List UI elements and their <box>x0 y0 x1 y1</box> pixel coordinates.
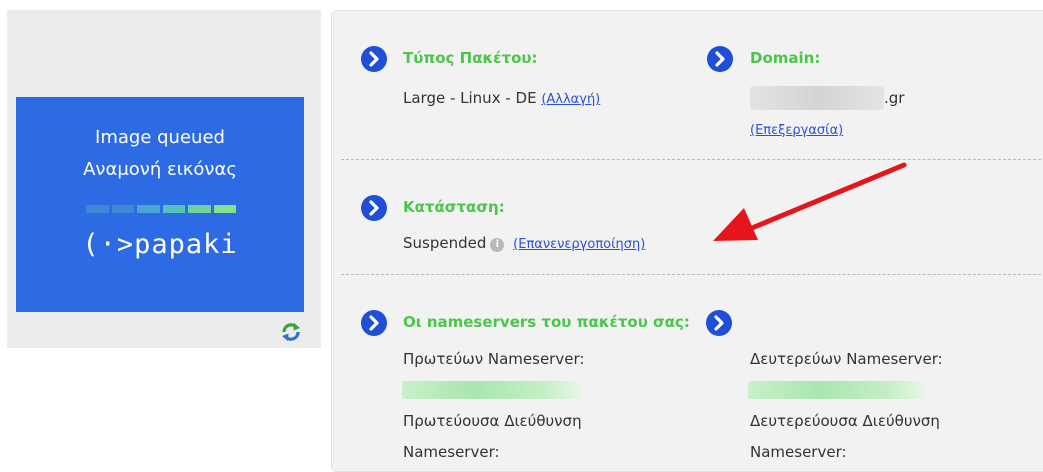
red-annotation-arrow-icon <box>713 162 907 241</box>
